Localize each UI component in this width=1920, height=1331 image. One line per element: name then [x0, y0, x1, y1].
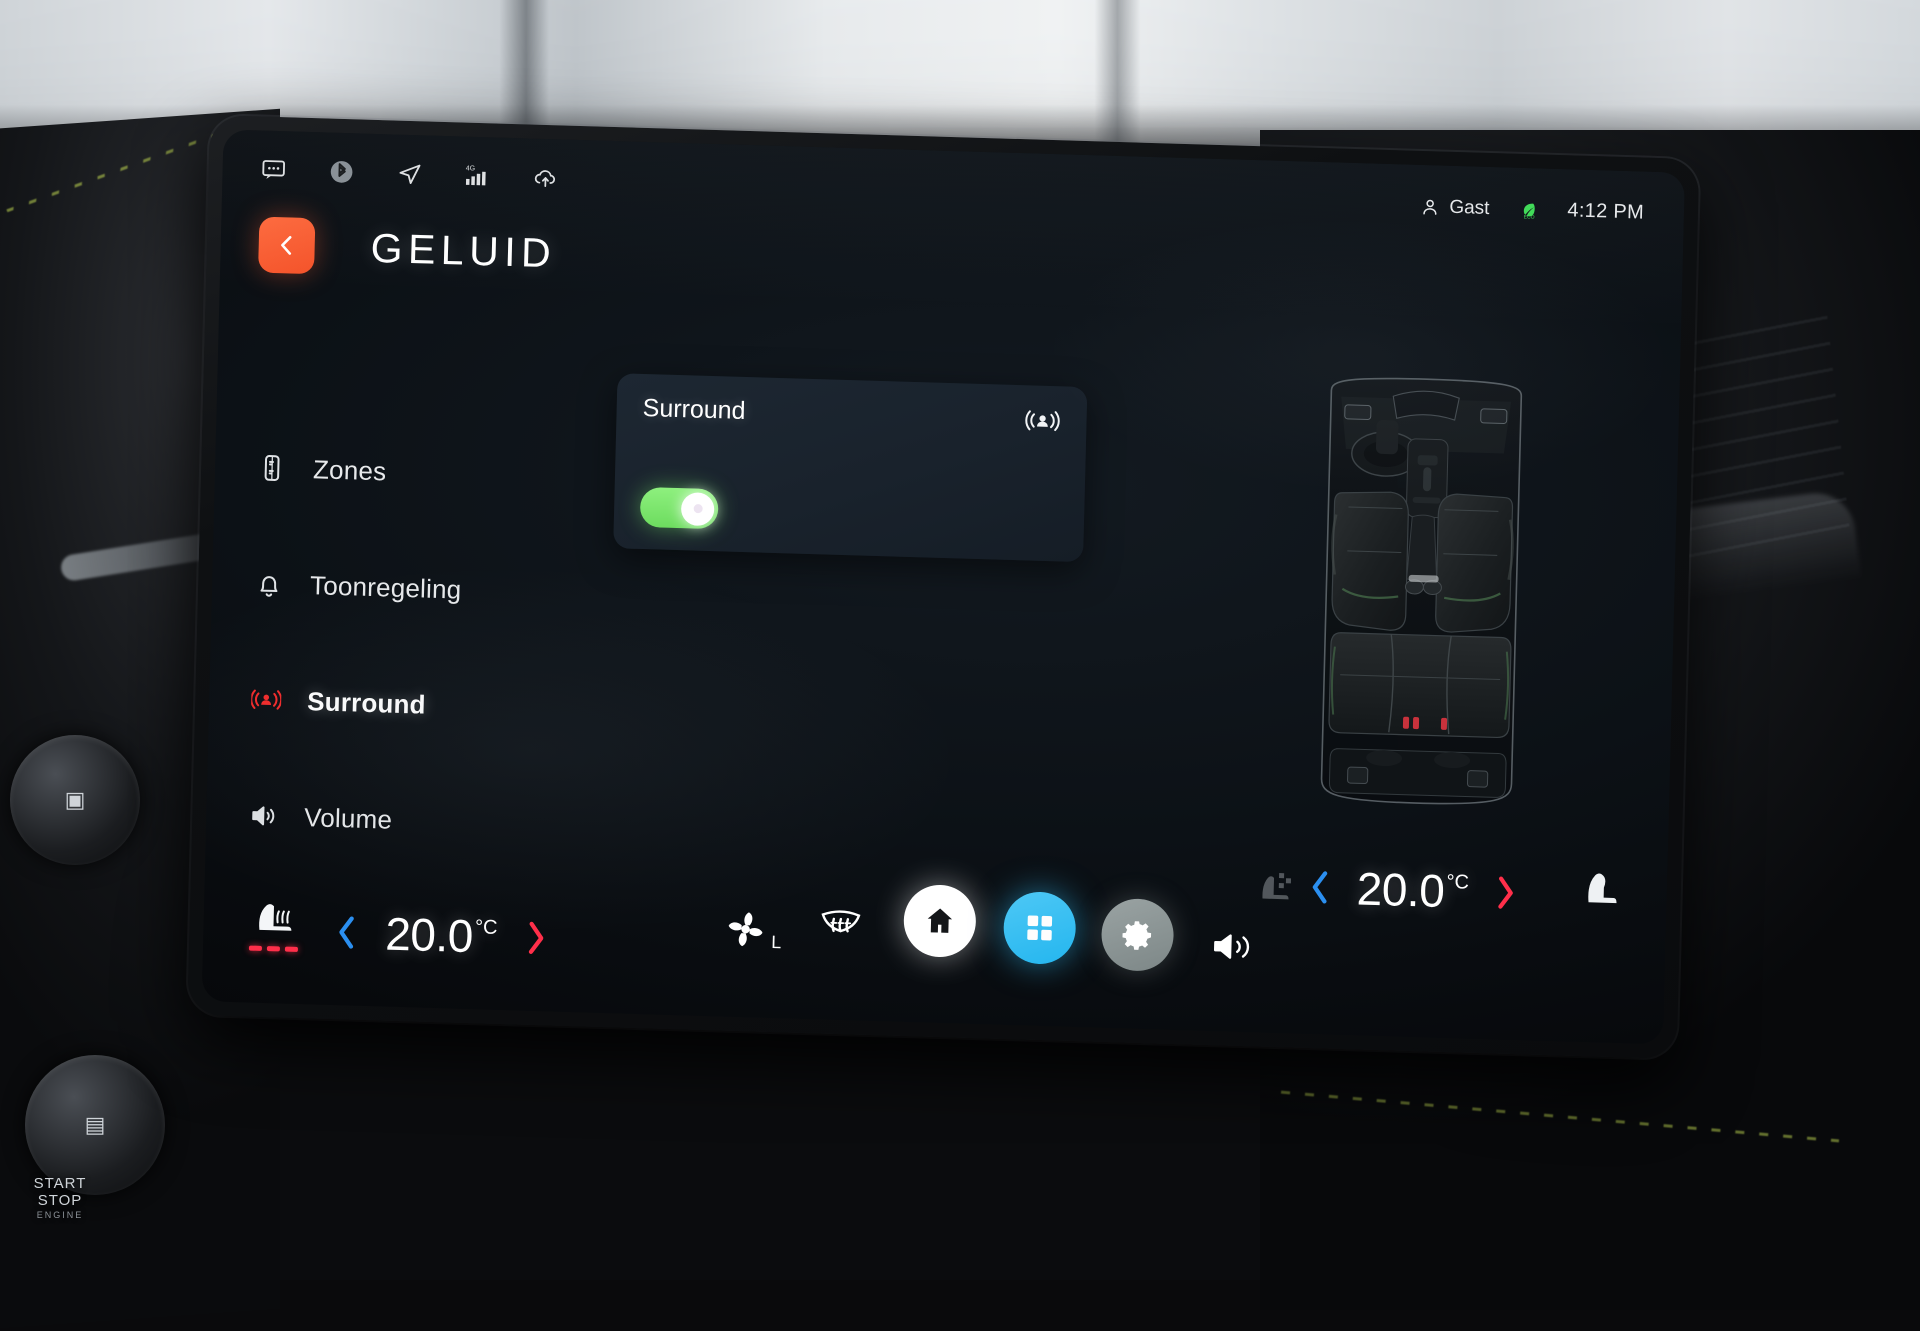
- sidebar-label-surround: Surround: [307, 686, 426, 721]
- navigation-icon[interactable]: [396, 161, 423, 188]
- driver-temperature-control: 20.0 °C: [333, 905, 550, 965]
- message-icon[interactable]: [260, 157, 287, 184]
- knob-glyph-lower: ▤: [85, 1112, 106, 1138]
- start-stop-line1: START: [0, 1175, 120, 1192]
- passenger-seat-button[interactable]: [1578, 866, 1619, 911]
- sidebar-item-zones[interactable]: Zones: [256, 431, 568, 514]
- heat-bar-1: [249, 946, 262, 951]
- passenger-temperature-control: 20.0 °C: [1306, 860, 1519, 920]
- passenger-seat-heat-button[interactable]: [1256, 868, 1297, 905]
- temp-decrease-button-right[interactable]: [1306, 866, 1333, 909]
- toggle-knob: [681, 492, 715, 526]
- cloud-upload-icon[interactable]: [532, 165, 559, 192]
- temp-increase-button-right[interactable]: [1492, 871, 1519, 914]
- status-bar-icons: 4G: [260, 157, 559, 192]
- rotary-knob-upper[interactable]: ▣: [10, 735, 140, 865]
- driver-seat-heat-button[interactable]: [249, 896, 299, 952]
- surround-icon: [251, 684, 282, 715]
- fan-speed-button[interactable]: L: [723, 908, 782, 957]
- fan-icon: [723, 908, 770, 956]
- surround-card-title: Surround: [642, 394, 746, 426]
- defrost-button[interactable]: [816, 904, 865, 946]
- back-button[interactable]: [258, 217, 315, 275]
- svg-text:ECO: ECO: [1524, 214, 1535, 220]
- sidebar-item-toonregeling[interactable]: Toonregeling: [253, 547, 565, 630]
- home-button[interactable]: [903, 884, 977, 958]
- page-header: GELUID: [258, 217, 557, 282]
- surround-toggle[interactable]: [640, 487, 719, 529]
- start-stop-line2: STOP: [0, 1192, 120, 1209]
- screen-display: 4G: [202, 129, 1685, 1044]
- climate-control-bar: 20.0 °C: [202, 791, 1669, 1044]
- passenger-temp-unit: °C: [1446, 871, 1469, 895]
- user-profile[interactable]: Gast: [1420, 195, 1490, 219]
- heat-bar-2: [267, 946, 280, 951]
- user-name: Gast: [1449, 196, 1490, 219]
- surround-card-header: Surround: [642, 394, 1063, 435]
- knob-glyph-upper: ▣: [65, 787, 86, 813]
- bluetooth-icon[interactable]: [328, 159, 355, 186]
- heat-bar-3: [285, 947, 298, 952]
- volume-button[interactable]: [1211, 929, 1256, 964]
- driver-temperature-value: 20.0 °C: [385, 907, 498, 964]
- surround-person-icon: [1022, 406, 1063, 435]
- clock: 4:12 PM: [1567, 199, 1644, 224]
- temp-decrease-button-left[interactable]: [333, 911, 360, 954]
- infotainment-screen: 4G: [187, 115, 1699, 1059]
- settings-button[interactable]: [1101, 898, 1175, 972]
- car-interior-diagram: [1291, 374, 1552, 811]
- signal-4g-icon[interactable]: 4G: [464, 163, 491, 190]
- apps-button[interactable]: [1003, 891, 1077, 965]
- bell-icon: [254, 569, 285, 600]
- page-title: GELUID: [370, 224, 557, 276]
- start-stop-line3: ENGINE: [0, 1210, 120, 1220]
- status-bar-right: Gast ECO 4:12 PM: [1420, 195, 1644, 225]
- eco-badge-icon: ECO: [1515, 198, 1542, 221]
- driver-temp-number: 20.0: [385, 907, 474, 964]
- passenger-temp-number: 20.0: [1356, 861, 1445, 918]
- passenger-temperature-value: 20.0 °C: [1356, 861, 1469, 918]
- svg-text:4G: 4G: [466, 165, 475, 172]
- temp-increase-button-left[interactable]: [523, 917, 550, 960]
- seat-heat-level-bars: [249, 946, 298, 952]
- heated-seat-icon: [251, 896, 298, 942]
- sidebar-label-zones: Zones: [313, 454, 387, 487]
- defrost-icon: [816, 904, 865, 946]
- driver-temp-unit: °C: [475, 916, 498, 940]
- start-stop-button[interactable]: START STOP ENGINE: [0, 1175, 120, 1220]
- fan-level-label: L: [771, 932, 782, 953]
- sidebar-label-toonregeling: Toonregeling: [310, 570, 462, 605]
- fader-icon: [257, 453, 288, 484]
- sidebar-item-surround[interactable]: Surround: [250, 662, 562, 745]
- surround-card: Surround: [613, 373, 1087, 562]
- rotary-knob-lower[interactable]: ▤: [25, 1055, 165, 1195]
